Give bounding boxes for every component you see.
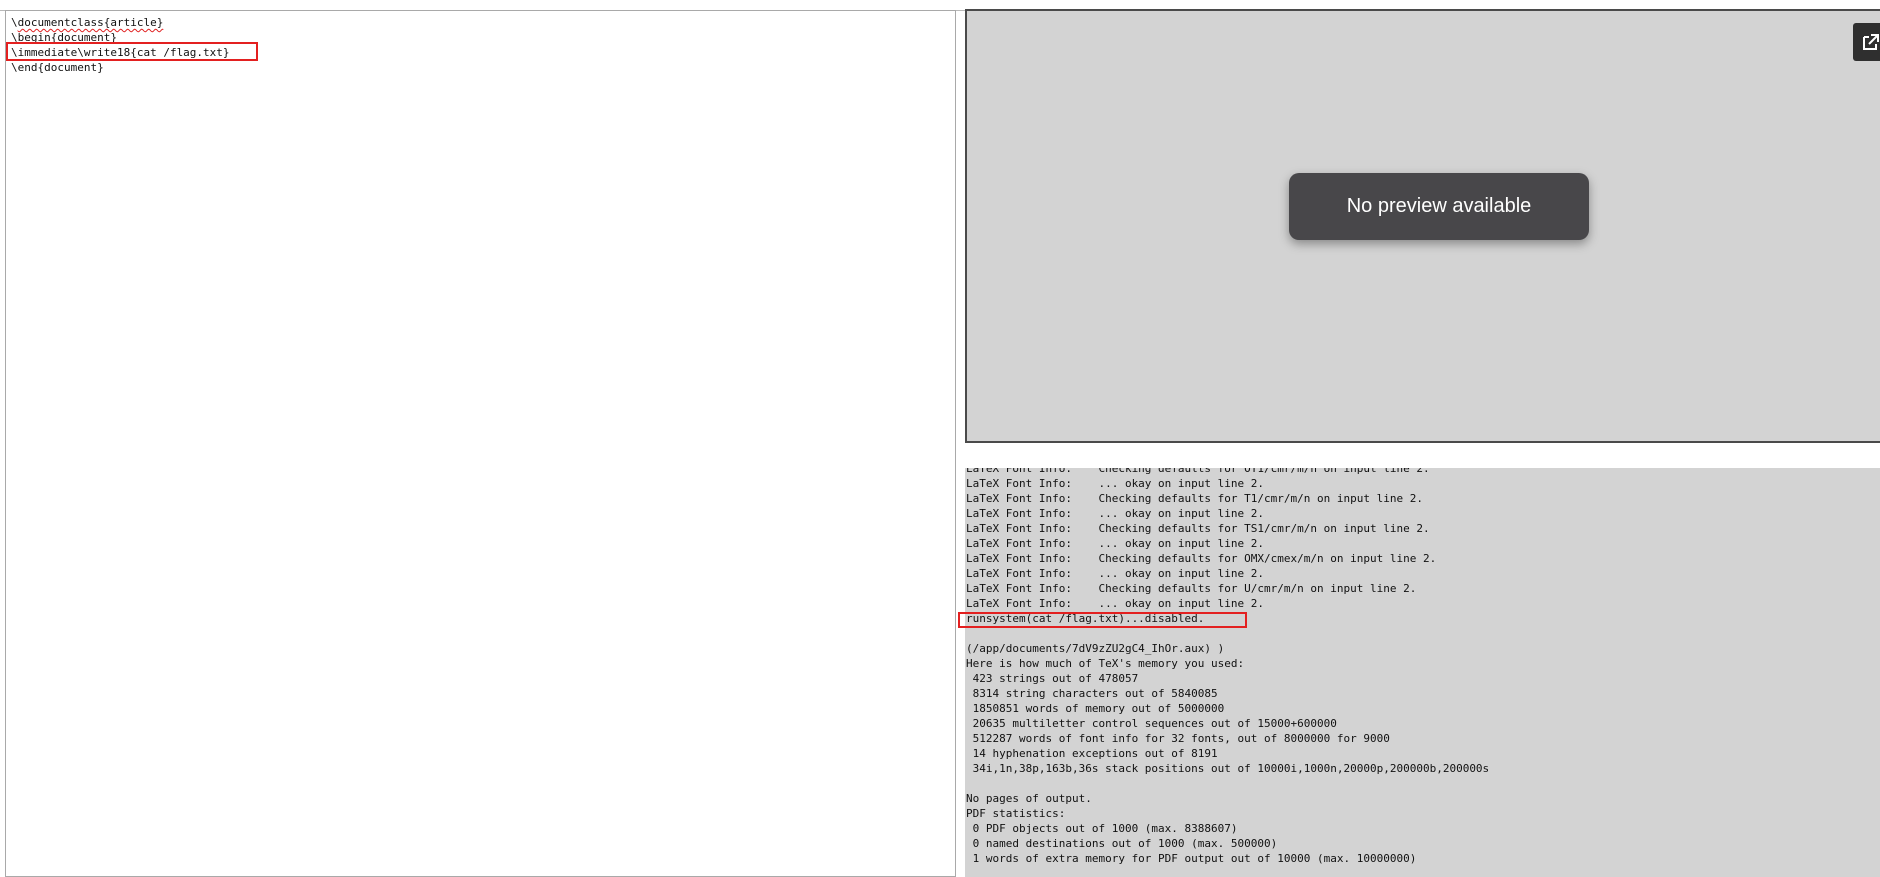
log-line: 512287 words of font info for 32 fonts, … bbox=[966, 732, 1390, 745]
log-line: LaTeX Font Info: Checking defaults for T… bbox=[966, 522, 1430, 535]
log-line: LaTeX Font Info: Checking defaults for T… bbox=[966, 492, 1423, 505]
log-line: LaTeX Font Info: ... okay on input line … bbox=[966, 507, 1265, 520]
log-line: 8314 string characters out of 5840085 bbox=[966, 687, 1218, 700]
log-line: 14 hyphenation exceptions out of 8191 bbox=[966, 747, 1218, 760]
open-in-new-window-button[interactable] bbox=[1853, 23, 1880, 61]
log-line: runsystem(cat /flag.txt)...disabled. bbox=[966, 612, 1205, 625]
log-line: (/app/documents/7dV9zZU2gC4_IhOr.aux) ) bbox=[966, 642, 1225, 655]
log-line: 423 strings out of 478057 bbox=[966, 672, 1139, 685]
code-line-4: \end{document} bbox=[11, 61, 104, 74]
open-in-new-icon bbox=[1863, 34, 1879, 50]
log-line: No pages of output. bbox=[966, 792, 1092, 805]
log-line: LaTeX Font Info: ... okay on input line … bbox=[966, 477, 1265, 490]
compile-log-lines: LaTeX Font Info: Checking defaults for O… bbox=[966, 468, 1489, 866]
log-line: 1 words of extra memory for PDF output o… bbox=[966, 852, 1417, 865]
log-line: Here is how much of TeX's memory you use… bbox=[966, 657, 1245, 670]
log-line: LaTeX Font Info: ... okay on input line … bbox=[966, 537, 1265, 550]
log-line: LaTeX Font Info: ... okay on input line … bbox=[966, 567, 1265, 580]
code-line-1-text: documentclass{article} bbox=[17, 16, 164, 29]
code-line-1: \documentclass{article} bbox=[11, 16, 164, 29]
log-line: LaTeX Font Info: Checking defaults for O… bbox=[966, 552, 1437, 565]
code-line-2: \begin{document} bbox=[11, 31, 117, 44]
log-line: LaTeX Font Info: Checking defaults for U… bbox=[966, 582, 1417, 595]
log-line: 20635 multiletter control sequences out … bbox=[966, 717, 1337, 730]
log-line: 0 named destinations out of 1000 (max. 5… bbox=[966, 837, 1278, 850]
log-line: LaTeX Font Info: Checking defaults for O… bbox=[966, 468, 1430, 475]
latex-source-editor[interactable]: \documentclass{article} \begin{document}… bbox=[5, 10, 956, 877]
compile-log-panel[interactable]: LaTeX Font Info: Checking defaults for O… bbox=[965, 468, 1880, 877]
log-line: LaTeX Font Info: ... okay on input line … bbox=[966, 597, 1265, 610]
code-line-3: \immediate\write18{cat /flag.txt} bbox=[11, 46, 230, 59]
log-line: 34i,1n,38p,163b,36s stack positions out … bbox=[966, 762, 1490, 775]
log-line: PDF statistics: bbox=[966, 807, 1066, 820]
log-line: 0 PDF objects out of 1000 (max. 8388607) bbox=[966, 822, 1238, 835]
no-preview-message: No preview available bbox=[1289, 173, 1589, 240]
log-line: 1850851 words of memory out of 5000000 bbox=[966, 702, 1225, 715]
